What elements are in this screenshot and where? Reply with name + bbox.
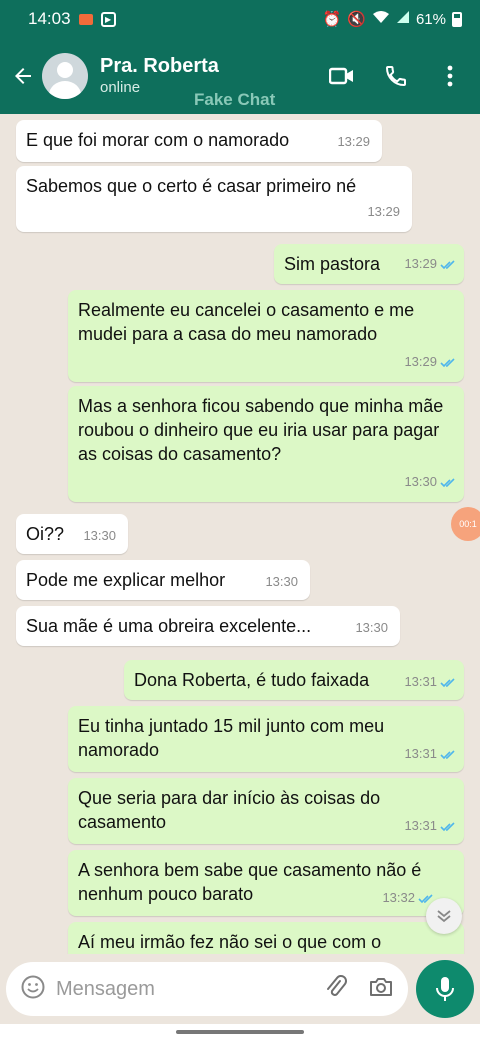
message-bubble[interactable]: Oi?? 13:30 <box>16 514 128 554</box>
video-call-icon[interactable] <box>322 56 362 96</box>
read-check-icon <box>440 477 455 487</box>
message-time: 13:29 <box>404 256 437 271</box>
message-list[interactable]: E que foi morar com o namorado 13:29 Sab… <box>0 114 480 954</box>
chat-header: Pra. Roberta online Fake Chat <box>0 38 480 114</box>
read-check-icon <box>440 357 455 367</box>
contact-name: Pra. Roberta <box>100 55 219 77</box>
system-nav-bar <box>0 1024 480 1044</box>
message-bubble[interactable]: Sabemos que o certo é casar primeiro né … <box>16 166 412 232</box>
camera-icon[interactable] <box>368 976 394 1003</box>
message-text: Sabemos que o certo é casar primeiro né <box>26 176 357 196</box>
message-time: 13:31 <box>404 674 437 689</box>
watermark: Fake Chat <box>194 90 276 109</box>
media-icon: ▶ <box>100 11 116 27</box>
more-vert-icon[interactable] <box>430 56 470 96</box>
wifi-icon <box>372 10 390 28</box>
home-indicator[interactable] <box>176 1030 304 1034</box>
message-bubble[interactable]: Pode me explicar melhor 13:30 <box>16 560 310 600</box>
avatar[interactable] <box>42 53 88 99</box>
status-bar: 14:03 ▶ ⏰ 🔇 61% <box>0 0 480 38</box>
message-time: 13:32 <box>382 890 415 905</box>
message-bubble[interactable]: A senhora bem sabe que casamento não é n… <box>68 850 464 916</box>
clock: 14:03 <box>28 9 71 28</box>
recording-icon <box>78 13 93 25</box>
message-time: 13:29 <box>404 354 437 369</box>
mute-icon: 🔇 <box>347 11 366 28</box>
battery-icon <box>452 11 462 27</box>
read-check-icon <box>440 821 455 831</box>
message-bubble[interactable]: Realmente eu cancelei o casamento e me m… <box>68 290 464 382</box>
phone-icon[interactable] <box>376 56 416 96</box>
message-text: Que seria para dar início às coisas do c… <box>78 788 381 832</box>
message-text: Realmente eu cancelei o casamento e me m… <box>78 300 415 344</box>
chevron-double-down-icon[interactable] <box>426 898 462 934</box>
message-bubble[interactable]: Sim pastora 13:29 <box>274 244 464 284</box>
message-bubble[interactable]: Que seria para dar início às coisas do c… <box>68 778 464 844</box>
message-time: 13:29 <box>367 204 400 219</box>
message-text: Aí meu irmão fez não sei o que com o <box>78 932 382 952</box>
message-bubble[interactable]: Mas a senhora ficou sabendo que minha mã… <box>68 386 464 502</box>
message-time: 13:30 <box>404 474 437 489</box>
message-time: 13:30 <box>355 620 388 635</box>
message-bubble[interactable]: Dona Roberta, é tudo faixada 13:31 <box>124 660 464 700</box>
floating-timer-badge[interactable]: 00:1 <box>451 507 480 541</box>
read-check-icon <box>440 749 455 759</box>
arrow-left-icon[interactable] <box>4 57 42 95</box>
message-composer[interactable]: Mensagem <box>6 962 408 1016</box>
emoji-icon[interactable] <box>20 974 46 1005</box>
alarm-icon: ⏰ <box>322 11 342 28</box>
paperclip-icon[interactable] <box>324 974 348 1005</box>
message-time: 13:30 <box>265 574 298 589</box>
message-bubble[interactable]: E que foi morar com o namorado 13:29 <box>16 120 382 162</box>
message-time: 13:30 <box>83 528 116 543</box>
message-text: Sua mãe é uma obreira excelente... <box>26 616 312 636</box>
message-bubble[interactable]: Aí meu irmão fez não sei o que com o <box>68 922 464 954</box>
message-text: Eu tinha juntado 15 mil junto com meu na… <box>78 716 385 760</box>
message-time: 13:31 <box>404 818 437 833</box>
message-text: Mas a senhora ficou sabendo que minha mã… <box>78 396 444 464</box>
read-check-icon <box>440 677 455 687</box>
battery-level: 61% <box>415 10 446 28</box>
message-time: 13:29 <box>337 134 370 149</box>
message-bubble[interactable]: Eu tinha juntado 15 mil junto com meu na… <box>68 706 464 772</box>
message-text: E que foi morar com o namorado <box>26 130 290 150</box>
message-bubble[interactable]: Sua mãe é uma obreira excelente... 13:30 <box>16 606 400 646</box>
read-check-icon <box>440 259 455 269</box>
message-time: 13:31 <box>404 746 437 761</box>
message-text: Pode me explicar melhor <box>26 570 226 590</box>
mic-icon[interactable] <box>416 960 474 1018</box>
message-input[interactable]: Mensagem <box>56 978 324 1001</box>
signal-icon <box>396 10 410 28</box>
